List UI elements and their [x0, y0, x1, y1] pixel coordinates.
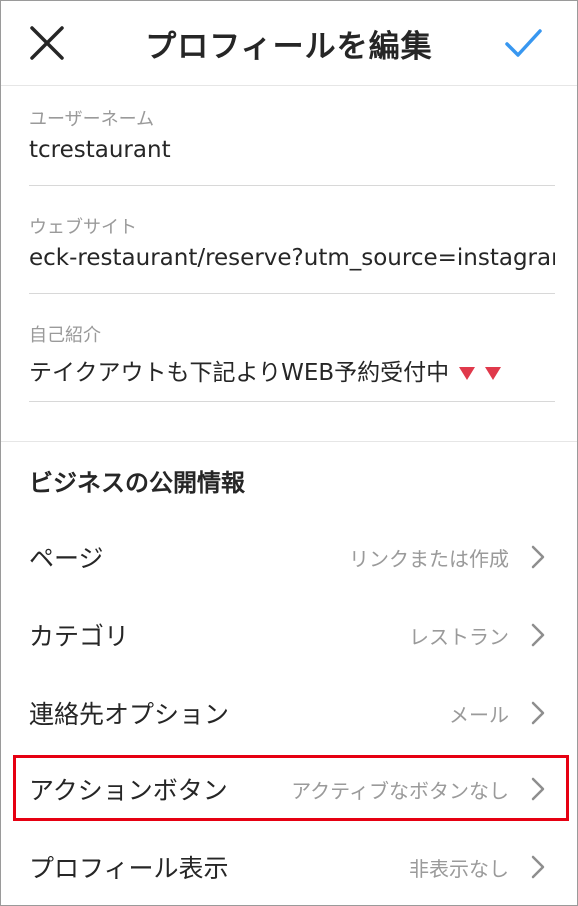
- header-bar: プロフィールを編集: [1, 1, 577, 86]
- red-triangle-down-icon: [459, 367, 476, 380]
- row-label: 連絡先オプション: [29, 700, 230, 729]
- row-profile-display[interactable]: プロフィール表示 非表示なし: [1, 831, 577, 901]
- page-title: プロフィールを編集: [145, 29, 433, 65]
- row-page[interactable]: ページ リンクまたは作成: [1, 521, 577, 591]
- row-label: アクションボタン: [29, 776, 228, 805]
- edit-profile-screen: プロフィールを編集 ユーザーネーム ウェブサイト eck-restaurant/…: [0, 0, 578, 906]
- row-contact-options[interactable]: 連絡先オプション メール: [1, 677, 577, 747]
- row-category[interactable]: カテゴリ レストラン: [1, 599, 577, 669]
- row-label: ページ: [29, 544, 104, 573]
- row-label: プロフィール表示: [29, 854, 229, 883]
- website-label: ウェブサイト: [29, 217, 137, 238]
- chevron-right-icon: [531, 623, 545, 647]
- confirm-button[interactable]: [503, 23, 543, 63]
- row-value: レストラン: [409, 625, 509, 649]
- website-value: eck-restaurant/reserve?utm_source=instag…: [29, 245, 555, 271]
- username-label: ユーザーネーム: [29, 109, 155, 130]
- business-section-title: ビジネスの公開情報: [29, 469, 245, 497]
- row-value: リンクまたは作成: [349, 547, 509, 571]
- row-value: アクティブなボタンなし: [291, 779, 509, 803]
- chevron-right-icon: [531, 701, 545, 725]
- row-label: カテゴリ: [29, 622, 130, 651]
- row-action-button[interactable]: アクションボタン アクティブなボタンなし: [1, 753, 577, 823]
- section-divider: [1, 441, 577, 442]
- bio-value: テイクアウトも下記よりWEB予約受付中: [29, 360, 450, 386]
- bio-label: 自己紹介: [29, 325, 101, 346]
- username-input[interactable]: [29, 137, 555, 163]
- username-field: ユーザーネーム: [29, 105, 555, 186]
- website-input[interactable]: eck-restaurant/reserve?utm_source=instag…: [29, 245, 555, 271]
- bio-field: 自己紹介 テイクアウトも下記よりWEB予約受付中: [29, 321, 555, 402]
- chevron-right-icon: [531, 777, 545, 801]
- chevron-right-icon: [531, 855, 545, 879]
- row-value: メール: [449, 703, 509, 727]
- bio-input[interactable]: テイクアウトも下記よりWEB予約受付中: [29, 353, 555, 387]
- chevron-right-icon: [531, 545, 545, 569]
- website-field: ウェブサイト eck-restaurant/reserve?utm_source…: [29, 213, 555, 294]
- check-icon: [505, 29, 542, 57]
- red-triangle-down-icon: [485, 367, 502, 380]
- row-value: 非表示なし: [409, 857, 509, 881]
